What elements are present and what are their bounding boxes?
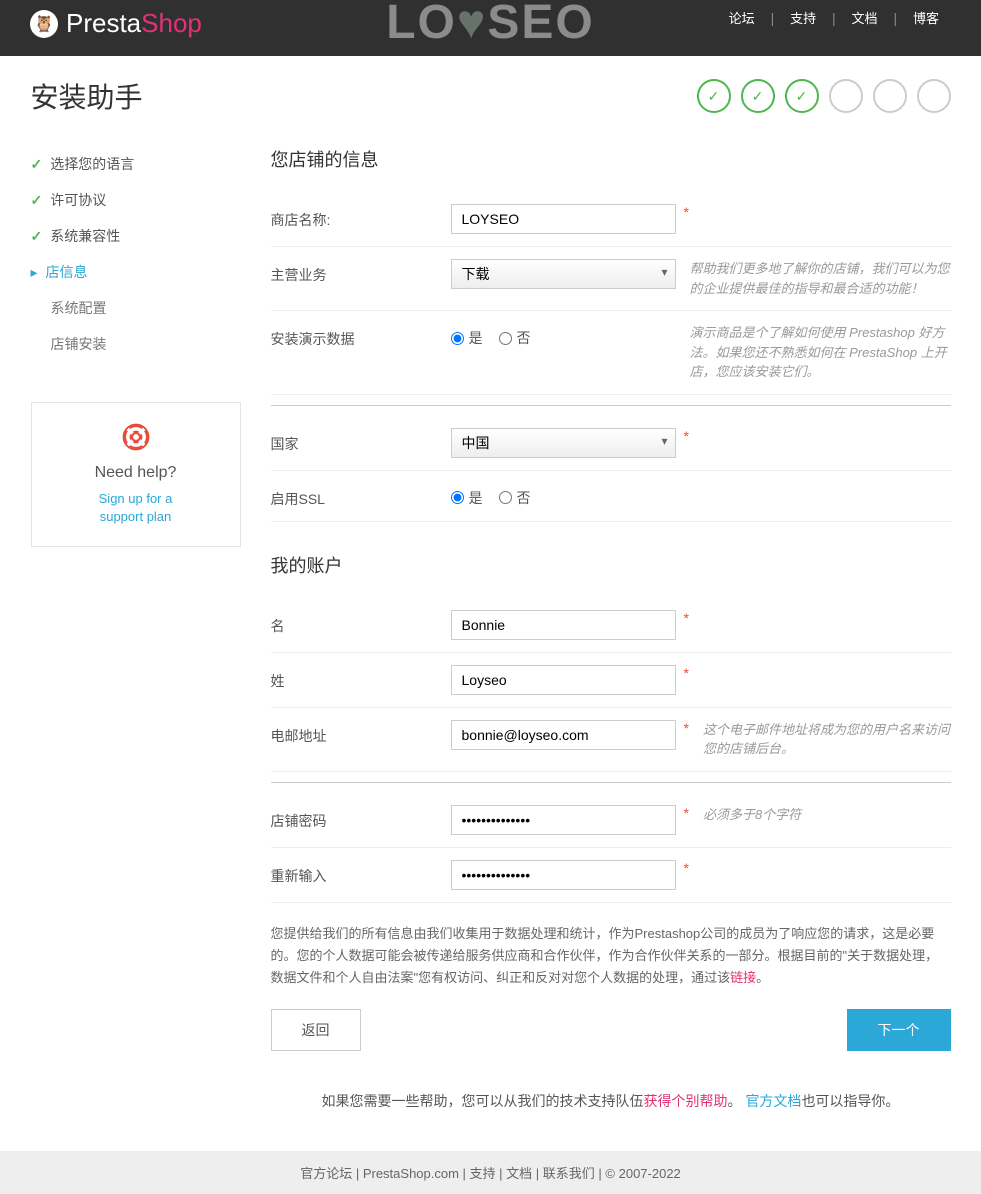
step-2-done: ✓ — [741, 79, 775, 113]
page-title: 安装助手 — [31, 76, 143, 116]
password-input[interactable] — [451, 805, 676, 835]
individual-help-link[interactable]: 获得个别帮助 — [644, 1093, 728, 1109]
step-1-done: ✓ — [697, 79, 731, 113]
nav-forum[interactable]: 论坛 — [729, 11, 755, 26]
section-account-heading: 我的账户 — [271, 552, 951, 578]
step-5-todo — [873, 79, 907, 113]
footer-forum[interactable]: 官方论坛 — [300, 1166, 352, 1181]
sidebar-item-sysconfig: 系统配置 — [31, 290, 241, 326]
lastname-label: 姓 — [271, 665, 451, 691]
official-docs-link[interactable]: 官方文档 — [745, 1093, 801, 1109]
confirm-label: 重新输入 — [271, 860, 451, 886]
sidebar-item-install: 店铺安装 — [31, 326, 241, 362]
disclaimer-link[interactable]: 链接 — [730, 970, 756, 985]
section-shop-heading: 您店铺的信息 — [271, 146, 951, 172]
step-6-todo — [917, 79, 951, 113]
activity-select[interactable]: 下载 — [451, 259, 676, 289]
firstname-label: 名 — [271, 610, 451, 636]
prestashop-icon: 🦉 — [30, 10, 58, 38]
sidebar-item-language: 选择您的语言 — [31, 146, 241, 182]
header-bar: 论坛 | 支持 | 文档 | 博客 🦉 PrestaShop LO♥SEO — [0, 0, 981, 56]
email-hint: 这个电子邮件地址将成为您的用户名来访问您的店铺后台。 — [703, 720, 951, 759]
footer-copyright: © 2007-2022 — [605, 1166, 680, 1181]
activity-hint: 帮助我们更多地了解你的店铺，我们可以为您的企业提供最佳的指导和最合适的功能！ — [690, 259, 951, 298]
nav-blog[interactable]: 博客 — [913, 11, 939, 26]
confirm-input[interactable] — [451, 860, 676, 890]
country-label: 国家 — [271, 428, 451, 454]
email-label: 电邮地址 — [271, 720, 451, 746]
logo-area: 🦉 PrestaShop — [30, 8, 202, 39]
footer-site[interactable]: PrestaShop.com — [363, 1166, 459, 1181]
back-button[interactable]: 返回 — [271, 1009, 361, 1051]
footer-docs[interactable]: 文档 — [506, 1166, 532, 1181]
demo-label: 安装演示数据 — [271, 323, 451, 349]
lifebuoy-icon — [122, 423, 150, 451]
required-marker: * — [684, 428, 689, 444]
email-input[interactable] — [451, 720, 676, 750]
demo-no-label[interactable]: 否 — [499, 328, 531, 348]
ssl-no-radio[interactable] — [499, 491, 512, 504]
lastname-input[interactable] — [451, 665, 676, 695]
ssl-no-label[interactable]: 否 — [499, 488, 531, 508]
step-3-done: ✓ — [785, 79, 819, 113]
sidebar-item-license: 许可协议 — [31, 182, 241, 218]
ssl-label: 启用SSL — [271, 483, 451, 509]
step-4-todo — [829, 79, 863, 113]
required-marker: * — [684, 805, 689, 821]
prestashop-logo-text: PrestaShop — [66, 8, 202, 39]
activity-label: 主营业务 — [271, 259, 451, 285]
required-marker: * — [684, 665, 689, 681]
disclaimer-text: 您提供给我们的所有信息由我们收集用于数据处理和统计，作为Prestashop公司… — [271, 923, 951, 989]
demo-yes-label[interactable]: 是 — [451, 328, 483, 348]
next-button[interactable]: 下一个 — [847, 1009, 951, 1051]
page-footer: 官方论坛 | PrestaShop.com | 支持 | 文档 | 联系我们 |… — [0, 1151, 981, 1194]
ssl-yes-label[interactable]: 是 — [451, 488, 483, 508]
required-marker: * — [684, 860, 689, 876]
progress-steps: ✓ ✓ ✓ — [697, 79, 951, 113]
demo-no-radio[interactable] — [499, 332, 512, 345]
shopname-input[interactable] — [451, 204, 676, 234]
footer-support[interactable]: 支持 — [470, 1166, 496, 1181]
watermark-logo: LO♥SEO — [386, 0, 595, 50]
sidebar: 选择您的语言 许可协议 系统兼容性 店信息 系统配置 店铺安装 Need hel… — [31, 146, 241, 1111]
demo-hint: 演示商品是个了解如何使用 Prestashop 好方法。如果您还不熟悉如何在 P… — [690, 323, 951, 382]
required-marker: * — [684, 610, 689, 626]
help-box: Need help? Sign up for asupport plan — [31, 402, 241, 547]
country-select[interactable]: 中国 — [451, 428, 676, 458]
sidebar-item-compat: 系统兼容性 — [31, 218, 241, 254]
ssl-yes-radio[interactable] — [451, 491, 464, 504]
main-content: 您店铺的信息 商店名称: * 主营业务 下载 帮助我们更多地了解你的店铺，我们可… — [271, 146, 951, 1111]
demo-yes-radio[interactable] — [451, 332, 464, 345]
help-footer-text: 如果您需要一些帮助，您可以从我们的技术支持队伍获得个别帮助。 官方文档也可以指导… — [271, 1091, 951, 1111]
help-signup-link[interactable]: Sign up for asupport plan — [52, 490, 220, 526]
nav-support[interactable]: 支持 — [790, 11, 816, 26]
required-marker: * — [684, 204, 689, 220]
password-label: 店铺密码 — [271, 805, 451, 831]
sidebar-item-shopinfo: 店信息 — [31, 254, 241, 290]
footer-contact[interactable]: 联系我们 — [543, 1166, 595, 1181]
required-marker: * — [684, 720, 689, 736]
password-hint: 必须多于8个字符 — [703, 805, 951, 825]
shopname-label: 商店名称: — [271, 204, 451, 230]
firstname-input[interactable] — [451, 610, 676, 640]
nav-docs[interactable]: 文档 — [852, 11, 878, 26]
help-title: Need help? — [52, 464, 220, 482]
